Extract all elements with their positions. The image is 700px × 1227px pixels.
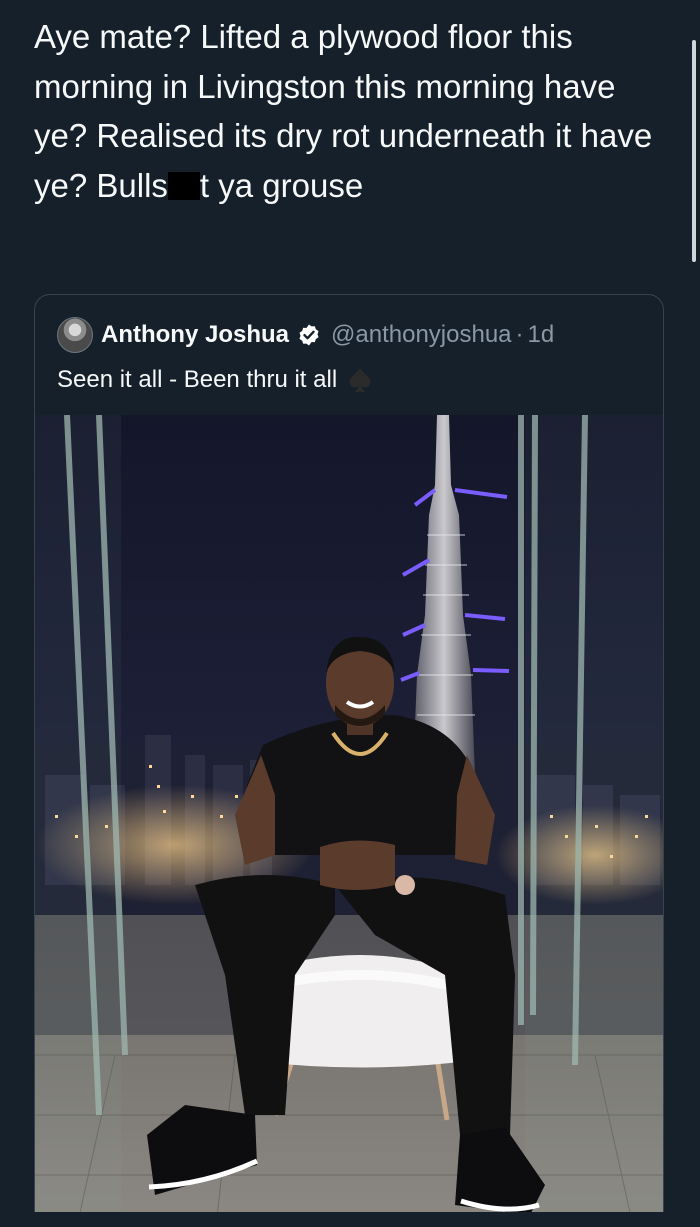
quoted-tweet-body: Seen it all - Been thru it all xyxy=(57,366,338,393)
quoted-tweet-card[interactable]: Anthony Joshua @anthonyjoshua · 1d Seen … xyxy=(34,294,664,1227)
photo-scene xyxy=(35,415,663,1227)
redaction-box xyxy=(167,171,200,200)
tweet-photo[interactable] xyxy=(35,415,663,1227)
display-name[interactable]: Anthony Joshua xyxy=(101,321,289,349)
verified-badge-icon xyxy=(299,324,319,346)
user-avatar[interactable] xyxy=(57,317,93,353)
tweet-text: Aye mate? Lifted a plywood floor this mo… xyxy=(34,12,664,210)
scrollbar[interactable] xyxy=(692,40,696,262)
quoted-tweet-header: Anthony Joshua @anthonyjoshua · 1d xyxy=(57,317,554,353)
bottom-edge xyxy=(0,1212,700,1227)
user-handle[interactable]: @anthonyjoshua xyxy=(331,321,512,349)
tweet-text-part-2: t ya grouse xyxy=(199,166,364,204)
timestamp[interactable]: 1d xyxy=(528,321,555,349)
separator-dot: · xyxy=(515,321,524,348)
spade-icon xyxy=(349,368,371,392)
quoted-tweet-text: Seen it all - Been thru it all xyxy=(57,365,375,395)
